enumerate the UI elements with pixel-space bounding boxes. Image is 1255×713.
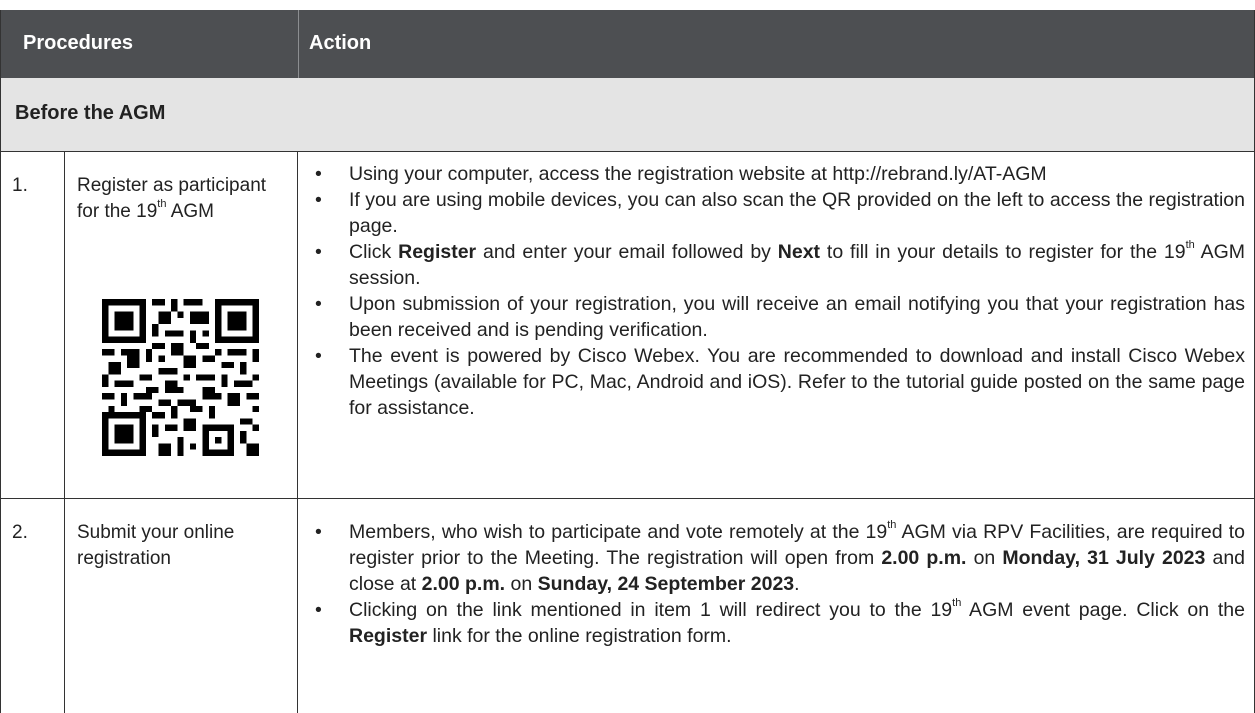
row-divider bbox=[1, 498, 1255, 499]
section-title: Before the AGM bbox=[15, 102, 166, 124]
column-divider bbox=[297, 151, 298, 713]
list-item: Members, who wish to participate and vot… bbox=[309, 519, 1245, 597]
list-item: Using your computer, access the registra… bbox=[309, 161, 1245, 187]
header-divider bbox=[298, 10, 299, 78]
row-2-procedure: Submit your online registration bbox=[77, 522, 235, 569]
list-item: Clicking on the link mentioned in item 1… bbox=[309, 597, 1245, 649]
row-1-procedure: Register as participant for the 19th AGM bbox=[77, 175, 267, 222]
table-header: Procedures Action bbox=[0, 10, 1255, 78]
column-divider bbox=[64, 151, 65, 713]
row-2-actions: Members, who wish to participate and vot… bbox=[309, 519, 1245, 649]
row-2-number: 2. bbox=[12, 522, 28, 543]
qr-code bbox=[102, 299, 259, 456]
registration-procedures-table: Procedures Action Before the AGM 1. Regi… bbox=[0, 0, 1255, 713]
row-1-number: 1. bbox=[12, 175, 28, 196]
table-body: 1. Register as participant for the 19th … bbox=[0, 151, 1255, 713]
list-item: If you are using mobile devices, you can… bbox=[309, 187, 1245, 239]
header-procedures: Procedures bbox=[23, 32, 134, 54]
header-action: Action bbox=[309, 32, 372, 54]
section-row: Before the AGM bbox=[0, 78, 1255, 152]
list-item: The event is powered by Cisco Webex. You… bbox=[309, 343, 1245, 421]
list-item: Upon submission of your registration, yo… bbox=[309, 291, 1245, 343]
list-item: Click Register and enter your email foll… bbox=[309, 239, 1245, 291]
row-1-actions: Using your computer, access the registra… bbox=[309, 161, 1245, 421]
